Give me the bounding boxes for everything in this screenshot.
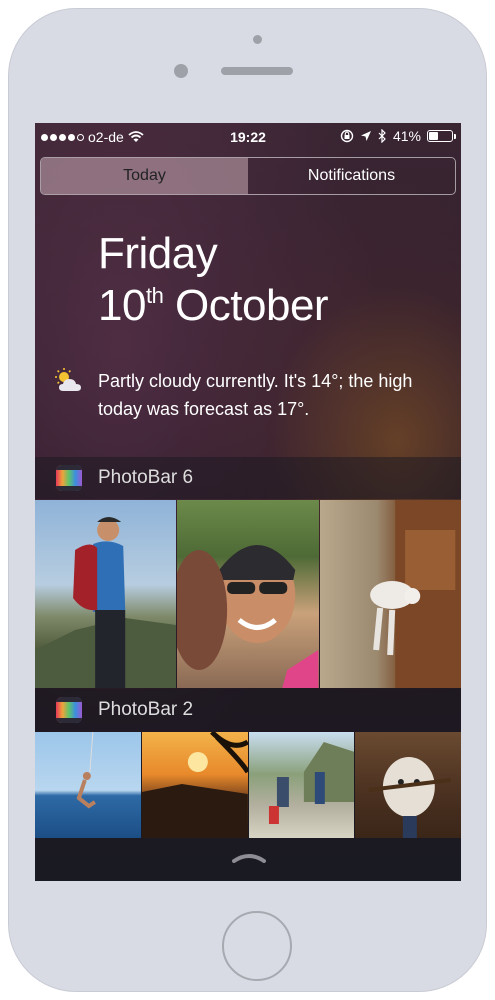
battery-icon (427, 130, 456, 142)
photo-strip-large (35, 500, 461, 688)
date-number: 10 (98, 281, 146, 330)
earpiece-speaker (221, 67, 293, 75)
weather-summary: Partly cloudy currently. It's 14°; the h… (98, 371, 413, 419)
tab-notifications[interactable]: Notifications (248, 158, 455, 194)
day-of-week: Friday (98, 229, 218, 278)
widget-title: PhotoBar 2 (98, 699, 194, 720)
home-button[interactable] (222, 911, 292, 981)
grabber-handle-icon[interactable] (232, 853, 266, 863)
battery-percent: 41% (392, 128, 421, 144)
photobar-app-icon (56, 697, 82, 723)
front-sensor (253, 35, 262, 44)
photobar-app-icon (56, 465, 82, 491)
rotation-lock-icon (340, 129, 354, 143)
photo-strip-small (35, 732, 461, 838)
battery-fill (429, 132, 438, 140)
bluetooth-icon (378, 129, 386, 143)
month-name: October (175, 281, 329, 330)
widget-title: PhotoBar 6 (98, 467, 194, 488)
photo-hiker-on-mountain[interactable] (35, 500, 177, 688)
date-line: 10th October (98, 281, 329, 331)
widget-header-photobar-6[interactable]: PhotoBar 6 (35, 457, 461, 499)
photo-rope-swing-sea[interactable] (35, 732, 141, 838)
tab-today[interactable]: Today (41, 158, 248, 194)
front-camera (174, 64, 188, 78)
photo-couple-selfie[interactable] (177, 500, 319, 688)
location-arrow-icon (360, 131, 371, 141)
partly-cloudy-icon (55, 368, 81, 391)
photo-cat-on-wall[interactable] (319, 500, 461, 688)
photo-hikers-rocks[interactable] (248, 732, 355, 838)
widget-header-photobar-2[interactable]: PhotoBar 2 (35, 689, 461, 731)
status-bar: o2-de 19:22 41% (35, 123, 461, 151)
date-suffix: th (145, 283, 164, 308)
photo-sunset-palm[interactable] (141, 732, 248, 838)
view-segmented-control[interactable]: Today Notifications (40, 157, 456, 195)
photo-dog-with-stick[interactable] (355, 732, 461, 838)
notification-center: o2-de 19:22 41% Today Notifications Frid… (35, 123, 461, 881)
